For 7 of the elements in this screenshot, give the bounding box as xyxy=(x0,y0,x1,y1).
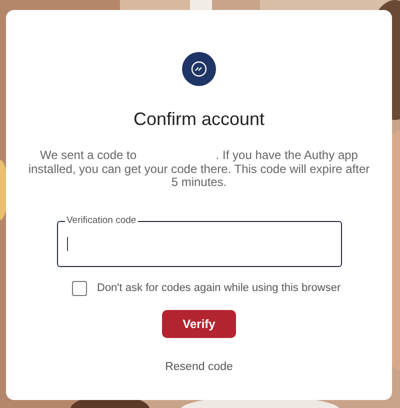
resend-code-link[interactable]: Resend code xyxy=(165,360,233,373)
verification-message: We sent a code to . If you have the Authy app installed, you can get your code there. This code will expire after 5 minutes. xyxy=(27,149,371,190)
checkbox[interactable] xyxy=(72,280,87,296)
checkbox-label: Don't ask for codes again while using this browser xyxy=(97,282,341,294)
dialog-title: Confirm account xyxy=(133,109,265,130)
logo-icon xyxy=(182,52,216,86)
verify-button[interactable]: Verify xyxy=(162,310,236,338)
